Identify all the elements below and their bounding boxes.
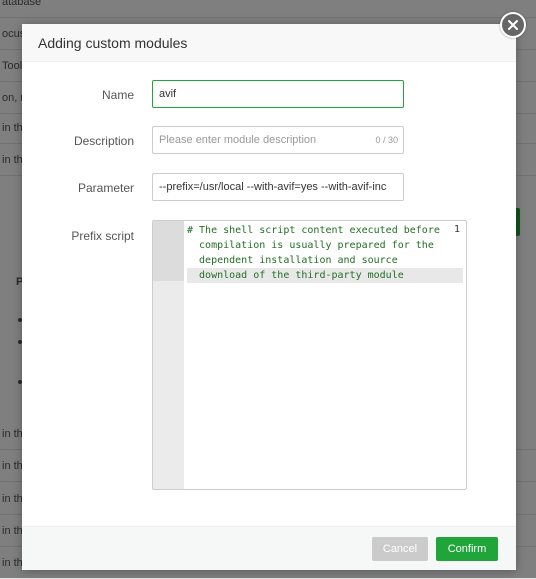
name-row: Name — [22, 80, 516, 110]
dialog-footer: Cancel Confirm — [22, 526, 516, 570]
prefix-script-label: Prefix script — [71, 229, 134, 243]
editor-gutter-active-line — [153, 221, 184, 281]
parameter-input[interactable] — [152, 173, 404, 201]
description-char-counter: 0 / 30 — [375, 135, 398, 145]
close-dialog-button[interactable] — [500, 12, 526, 38]
description-label: Description — [73, 134, 134, 148]
cancel-button[interactable]: Cancel — [372, 537, 428, 561]
name-label: Name — [101, 88, 134, 102]
parameter-row: Parameter — [22, 173, 516, 203]
code-line: compilation is usually prepared for the — [187, 240, 434, 251]
code-line-active: download of the third-party module — [187, 268, 463, 283]
description-row: Description 0 / 30 — [22, 126, 516, 156]
code-line: # The shell script content executed befo… — [187, 225, 440, 236]
add-custom-module-dialog: Adding custom modules Name Description 0… — [22, 24, 516, 570]
code-line: dependent installation and source — [187, 255, 398, 266]
description-input[interactable] — [152, 126, 404, 154]
prefix-script-editor[interactable]: 1 # The shell script content executed be… — [152, 220, 467, 490]
dialog-header: Adding custom modules — [22, 24, 516, 62]
dialog-title: Adding custom modules — [38, 34, 188, 51]
name-input[interactable] — [152, 80, 404, 108]
parameter-label: Parameter — [77, 181, 134, 195]
editor-code[interactable]: # The shell script content executed befo… — [187, 223, 463, 283]
close-icon — [508, 20, 518, 30]
confirm-button[interactable]: Confirm — [436, 537, 498, 561]
